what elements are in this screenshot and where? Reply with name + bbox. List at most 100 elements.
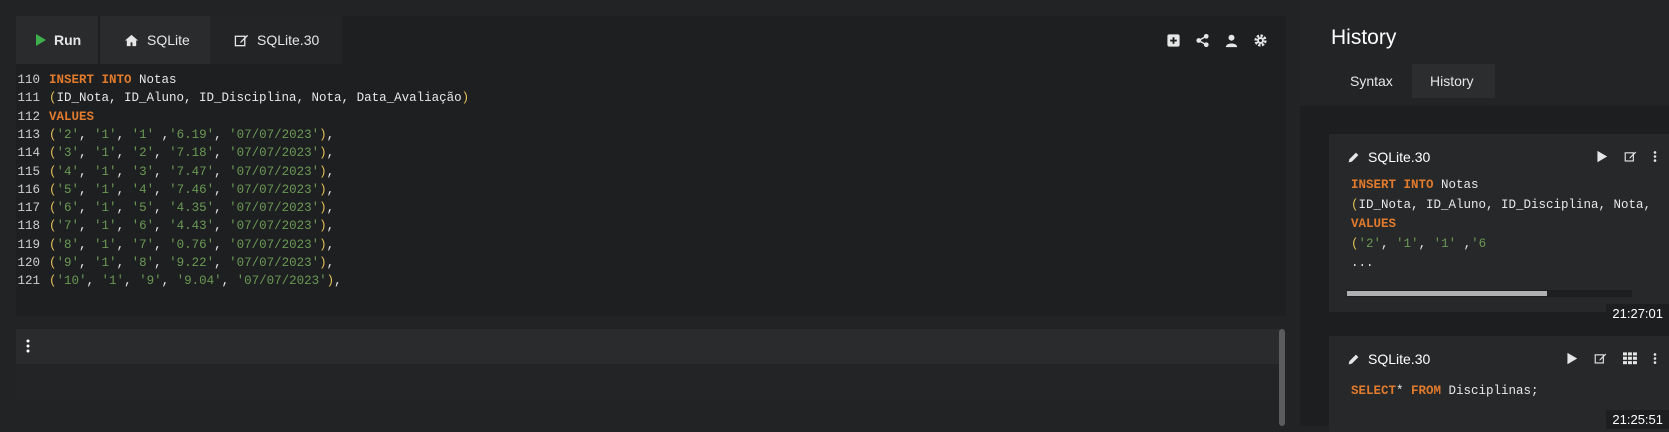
tab-syntax[interactable]: Syntax <box>1332 64 1411 98</box>
history-entry: SQLite.30 SELECT* FROM Disciplinas; 21:2… <box>1329 336 1669 432</box>
entry-code-line: ... <box>1351 254 1651 274</box>
line-number: 118 <box>17 219 40 234</box>
gear-icon[interactable] <box>1253 33 1268 48</box>
more-vertical-icon[interactable] <box>1653 150 1657 163</box>
sql-text: ( <box>1351 197 1359 212</box>
toolbar-actions <box>1166 16 1268 64</box>
tab-sqlite-30[interactable]: SQLite.30 <box>210 16 342 64</box>
sql-string: '1' <box>1433 236 1457 251</box>
code-line: 113 ('2', '1', '1' ,'6.19', '07/07/2023')… <box>16 126 334 145</box>
line-number: 115 <box>17 164 40 179</box>
sql-text: , <box>326 237 335 252</box>
line-number: 119 <box>17 237 40 252</box>
run-label: Run <box>54 32 82 48</box>
entry-time: 21:27:01 <box>1606 304 1669 323</box>
sql-text: , <box>154 237 170 252</box>
code-editor[interactable]: 110 INSERT INTO Notas 111 (ID_Nota, ID_Alun… <box>16 64 1286 316</box>
more-vertical-icon[interactable] <box>1653 352 1657 365</box>
sql-keyword: INSERT <box>49 73 95 87</box>
sql-string: '07/07/2023' <box>229 146 320 161</box>
horizontal-scrollbar[interactable] <box>1347 291 1547 296</box>
line-code: ('6', '1', '5', '4.35', '07/07/2023'), <box>49 199 334 218</box>
edit-icon[interactable] <box>1624 150 1637 163</box>
play-icon[interactable] <box>1565 352 1578 365</box>
sql-text: ( <box>49 91 57 106</box>
sql-keyword: INTO <box>1403 178 1434 192</box>
sql-text: ) <box>319 201 327 216</box>
line-number: 120 <box>17 256 40 270</box>
sql-string: '2' <box>131 146 155 161</box>
sql-text: , <box>154 201 170 216</box>
sql-string: '7.46' <box>169 182 215 197</box>
sql-text: , <box>221 274 237 289</box>
more-vertical-icon[interactable] <box>26 338 30 354</box>
line-code: VALUES <box>49 108 94 127</box>
vertical-scrollbar[interactable] <box>1279 329 1285 426</box>
sql-text: ) <box>319 182 327 197</box>
sql-string: '7' <box>131 237 155 252</box>
sql-keyword: INTO <box>101 73 132 87</box>
line-code: ('5', '1', '4', '7.46', '07/07/2023'), <box>49 181 334 200</box>
sql-string: '9' <box>139 274 162 289</box>
entry-code[interactable]: INSERT INTO Notas (ID_Nota, ID_Aluno, ID_… <box>1351 176 1651 274</box>
sql-text: ) <box>319 127 327 142</box>
sql-text: , <box>326 201 335 216</box>
sql-string: '07/07/2023' <box>236 274 327 289</box>
sql-text: ... <box>1351 256 1374 270</box>
user-icon[interactable] <box>1224 33 1239 48</box>
sql-text: ( <box>49 274 57 289</box>
sql-text: ) <box>319 219 327 234</box>
line-number: 112 <box>17 109 40 124</box>
sql-text: , <box>79 182 95 197</box>
sql-text: ) <box>319 146 327 161</box>
sql-text: * <box>1396 384 1412 398</box>
tab-label: SQLite.30 <box>257 32 320 48</box>
grid-icon[interactable] <box>1623 352 1637 365</box>
sql-text: ) <box>461 91 470 106</box>
run-button[interactable]: Run <box>16 16 98 64</box>
edit-icon[interactable] <box>1594 352 1607 365</box>
sql-string: '07/07/2023' <box>229 219 320 234</box>
sql-text: ) <box>319 256 327 270</box>
sql-text: , <box>79 201 95 216</box>
tab-history[interactable]: History <box>1412 64 1495 98</box>
sql-text: , <box>116 201 132 216</box>
sql-string: '2' <box>1358 236 1382 251</box>
sql-text: Notas <box>131 73 177 87</box>
add-icon[interactable] <box>1166 33 1181 48</box>
sql-keyword: FROM <box>1411 384 1442 398</box>
sql-text: , <box>326 146 335 161</box>
sql-text: , <box>79 164 95 179</box>
sql-string: '07/07/2023' <box>229 201 320 216</box>
sql-string: '1' <box>94 201 117 216</box>
history-entry: SQLite.30 INSERT INTO Notas (ID_Nota, ID_… <box>1329 134 1669 323</box>
tab-label: SQLite <box>147 32 190 48</box>
sql-string: '1' <box>94 237 117 252</box>
sql-text: , <box>116 182 132 197</box>
sql-text: , <box>214 237 230 252</box>
sql-text: , <box>86 274 102 289</box>
sql-text: , <box>326 182 335 197</box>
sql-string: '07/07/2023' <box>229 127 320 142</box>
code-line: 110 INSERT INTO Notas <box>16 71 177 90</box>
code-line: 119 ('8', '1', '7', '0.76', '07/07/2023')… <box>16 236 334 255</box>
sql-string: '6' <box>56 201 80 216</box>
sql-string: '1' <box>131 127 155 142</box>
edit-icon <box>234 33 249 48</box>
entry-code[interactable]: SELECT* FROM Disciplinas; <box>1351 382 1651 402</box>
sql-text: ID_Nota, ID_Aluno, ID_Disciplina, Nota, <box>1358 197 1651 212</box>
share-icon[interactable] <box>1195 33 1210 48</box>
panel-title: History <box>1331 26 1397 49</box>
sql-text: , <box>79 256 95 270</box>
play-icon[interactable] <box>1595 150 1608 163</box>
sql-string: '1' <box>1396 236 1419 251</box>
sql-text: , <box>79 127 95 142</box>
history-list: SQLite.30 INSERT INTO Notas (ID_Nota, ID_… <box>1300 106 1669 432</box>
home-icon <box>124 33 139 48</box>
sql-text: ( <box>49 127 57 142</box>
tab-sqlite[interactable]: SQLite <box>100 16 224 64</box>
line-code: ('4', '1', '3', '7.47', '07/07/2023'), <box>49 163 334 182</box>
sql-text: ( <box>49 201 57 216</box>
sql-string: '7' <box>56 219 80 234</box>
